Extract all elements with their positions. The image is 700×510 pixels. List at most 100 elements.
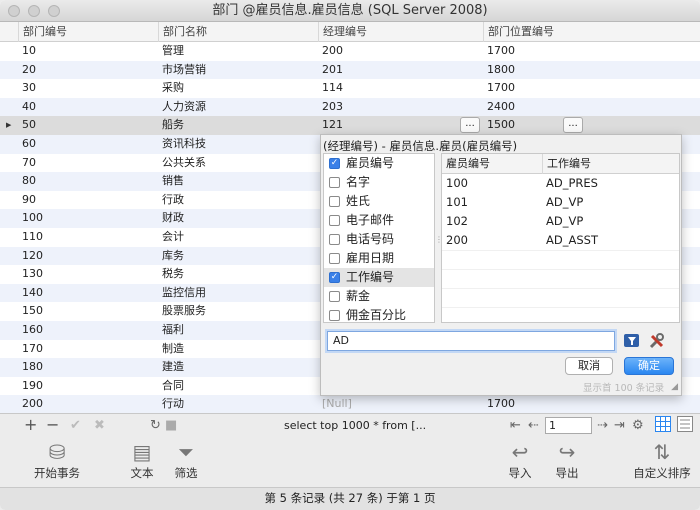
cell-dept-id[interactable]: 170	[18, 340, 43, 358]
cell-location-id[interactable]: 1800	[483, 61, 515, 79]
checkbox[interactable]: ✓	[329, 272, 340, 283]
cell-manager-id[interactable]: [Null]	[318, 395, 352, 413]
cell-dept-name[interactable]: 市场营销	[158, 61, 206, 79]
prev-page-icon[interactable]: ⇠	[528, 418, 539, 433]
table-row[interactable]: 10 管理 200 1700	[0, 42, 700, 61]
cell-dept-name[interactable]: 销售	[158, 172, 184, 190]
cell-dept-id[interactable]: 90	[18, 191, 36, 209]
form-view-icon[interactable]	[677, 416, 693, 436]
column-option[interactable]: 名字	[324, 173, 434, 192]
checkbox[interactable]	[329, 196, 340, 207]
page-number-input[interactable]: 1	[545, 417, 592, 434]
grid-view-icon[interactable]	[655, 416, 671, 436]
column-option[interactable]: 佣金百分比	[324, 306, 434, 325]
column-option[interactable]: 雇用日期	[324, 249, 434, 268]
first-page-icon[interactable]: ⇤	[510, 418, 521, 433]
delete-record-icon[interactable]: −	[46, 415, 59, 434]
cell-dept-id[interactable]: 130	[18, 265, 43, 283]
column-option[interactable]: 电子邮件	[324, 211, 434, 230]
cell-dept-name[interactable]: 采购	[158, 79, 184, 97]
cell-dept-name[interactable]: 监控信用	[158, 284, 206, 302]
export-button[interactable]: ↪ 导出	[549, 439, 585, 481]
cell-manager-id[interactable]: 121	[318, 116, 343, 134]
column-option[interactable]: ✓ 雇员编号	[324, 154, 434, 173]
filter-input[interactable]: AD	[327, 331, 615, 351]
cell-dept-id[interactable]: 40	[18, 98, 36, 116]
cell-manager-id[interactable]: 201	[318, 61, 343, 79]
location-lookup-button[interactable]: ...	[563, 117, 583, 134]
minimize-window-button[interactable]	[28, 5, 40, 17]
result-row[interactable]	[442, 269, 679, 288]
table-row[interactable]: 200 行动 [Null] 1700	[0, 395, 700, 414]
refresh-icon[interactable]: ↻	[150, 418, 161, 433]
gear-icon[interactable]: ⚙	[632, 418, 644, 433]
table-row[interactable]: ▶ 50 船务 121 1500......	[0, 116, 700, 135]
cell-dept-id[interactable]: 150	[18, 302, 43, 320]
cell-dept-id[interactable]: 160	[18, 321, 43, 339]
checkbox[interactable]	[329, 253, 340, 264]
result-header-emp-id[interactable]: 雇员编号	[446, 154, 490, 174]
cell-dept-name[interactable]: 资讯科技	[158, 135, 206, 153]
cell-dept-id[interactable]: 120	[18, 247, 43, 265]
result-header-job-id[interactable]: 工作编号	[542, 154, 591, 174]
cell-location-id[interactable]: 1700	[483, 79, 515, 97]
cell-dept-id[interactable]: 100	[18, 209, 43, 227]
cell-dept-name[interactable]: 财政	[158, 209, 184, 227]
ok-button[interactable]: 确定	[624, 357, 674, 375]
cell-dept-id[interactable]: 110	[18, 228, 43, 246]
column-option[interactable]: 薪金	[324, 287, 434, 306]
column-option[interactable]: 电话号码	[324, 230, 434, 249]
cell-location-id[interactable]: 1500	[483, 116, 515, 134]
cell-dept-id[interactable]: 200	[18, 395, 43, 413]
result-row[interactable]: 101 AD_VP	[442, 193, 679, 212]
cell-manager-id[interactable]: 203	[318, 98, 343, 116]
cell-dept-name[interactable]: 建造	[158, 358, 184, 376]
sql-preview[interactable]: select top 1000 * from [...	[284, 419, 426, 432]
filter-button[interactable]: ⏷ 筛选	[168, 439, 204, 481]
next-page-icon[interactable]: ⇢	[597, 418, 608, 433]
cell-dept-name[interactable]: 库务	[158, 247, 184, 265]
column-option[interactable]: ✓ 工作编号	[324, 268, 434, 287]
column-header-manager-id[interactable]: 经理编号	[318, 22, 483, 42]
discard-changes-icon[interactable]: ✖	[94, 418, 105, 433]
cell-dept-id[interactable]: 50	[18, 116, 36, 134]
begin-transaction-button[interactable]: ⛁ 开始事务	[30, 439, 84, 481]
checkbox[interactable]	[329, 177, 340, 188]
cell-dept-name[interactable]: 福利	[158, 321, 184, 339]
result-row[interactable]	[442, 288, 679, 307]
result-row[interactable]	[442, 307, 679, 326]
table-row[interactable]: 40 人力资源 203 2400	[0, 97, 700, 117]
zoom-window-button[interactable]	[48, 5, 60, 17]
cell-dept-name[interactable]: 行动	[158, 395, 184, 413]
result-row[interactable]	[442, 250, 679, 269]
cell-dept-id[interactable]: 140	[18, 284, 43, 302]
filter-apply-icon[interactable]	[623, 332, 641, 350]
table-row[interactable]: 30 采购 114 1700	[0, 79, 700, 98]
cell-manager-id[interactable]: 114	[318, 79, 343, 97]
cell-dept-id[interactable]: 80	[18, 172, 36, 190]
cell-dept-id[interactable]: 10	[18, 42, 36, 60]
checkbox[interactable]	[329, 291, 340, 302]
cell-dept-id[interactable]: 180	[18, 358, 43, 376]
column-header-dept-name[interactable]: 部门名称	[158, 22, 318, 42]
cell-dept-name[interactable]: 管理	[158, 42, 184, 60]
cell-dept-name[interactable]: 合同	[158, 377, 184, 395]
cell-dept-name[interactable]: 船务	[158, 116, 184, 134]
cell-dept-id[interactable]: 70	[18, 154, 36, 172]
checkbox[interactable]	[329, 234, 340, 245]
apply-changes-icon[interactable]: ✔	[70, 418, 81, 433]
resize-grip-icon[interactable]: ◢	[671, 382, 678, 392]
stop-icon[interactable]: ■	[165, 418, 177, 433]
text-button[interactable]: ▤ 文本	[122, 439, 162, 481]
cell-dept-name[interactable]: 税务	[158, 265, 184, 283]
cell-dept-name[interactable]: 股票服务	[158, 302, 206, 320]
tools-icon[interactable]	[648, 332, 666, 350]
table-row[interactable]: 20 市场营销 201 1800	[0, 60, 700, 80]
checkbox[interactable]: ✓	[329, 158, 340, 169]
cell-dept-name[interactable]: 人力资源	[158, 98, 206, 116]
checkbox[interactable]	[329, 310, 340, 321]
cell-location-id[interactable]: 2400	[483, 98, 515, 116]
column-header-dept-id[interactable]: 部门编号	[18, 22, 158, 42]
close-window-button[interactable]	[8, 5, 20, 17]
checkbox[interactable]	[329, 215, 340, 226]
